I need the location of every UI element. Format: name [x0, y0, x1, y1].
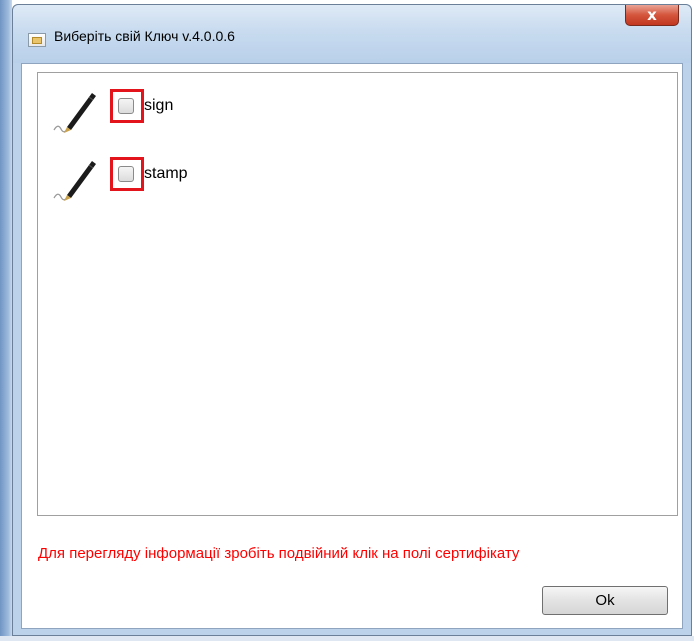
dialog-content: sign stamp Для перегляду інформації зроб… [21, 63, 683, 629]
key-label: sign [144, 97, 174, 114]
title-bar[interactable]: Виберіть свій Ключ v.4.0.0.6 x [13, 5, 691, 63]
key-select-dialog: Виберіть свій Ключ v.4.0.0.6 x sign stam… [12, 4, 692, 636]
key-item-sign[interactable]: sign [48, 85, 448, 137]
sign-checkbox[interactable] [118, 98, 134, 114]
pen-signature-icon [53, 161, 96, 201]
key-item-stamp[interactable]: stamp [48, 153, 448, 205]
stamp-checkbox[interactable] [118, 166, 134, 182]
pen-signature-icon [53, 93, 96, 133]
key-label: stamp [144, 165, 188, 182]
certificate-list[interactable]: sign stamp [37, 72, 678, 516]
desktop-background [0, 0, 12, 641]
desktop-strip-bottom [0, 636, 694, 641]
app-window-icon [28, 33, 46, 47]
window-title: Виберіть свій Ключ v.4.0.0.6 [54, 28, 235, 44]
checkbox-highlight [110, 157, 144, 191]
close-icon: x [647, 6, 657, 24]
hint-message: Для перегляду інформації зробіть подвійн… [38, 545, 520, 562]
checkbox-highlight [110, 89, 144, 123]
ok-button[interactable]: Ok [542, 586, 668, 615]
close-button[interactable]: x [625, 5, 679, 26]
